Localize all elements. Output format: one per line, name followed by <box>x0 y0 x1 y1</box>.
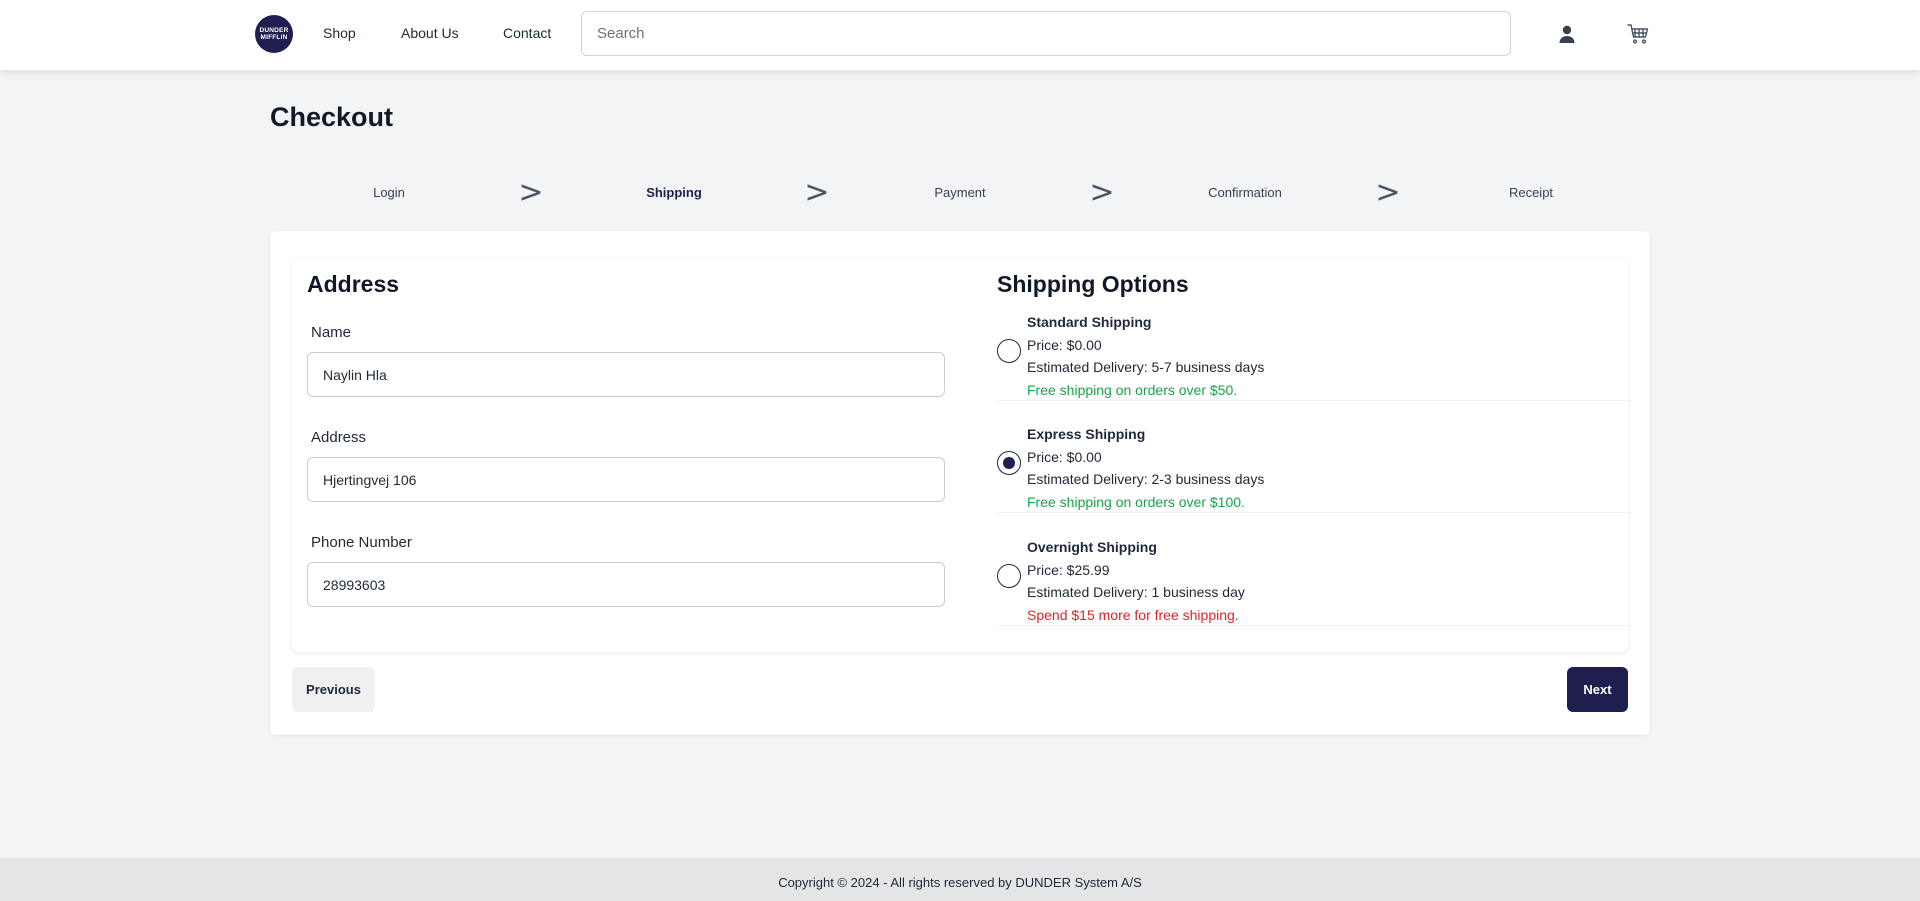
logo-line-1: DUNDER <box>259 27 289 34</box>
logo-line-2: MIFFLIN <box>260 34 288 41</box>
overnight-shipping-radio[interactable] <box>997 564 1021 588</box>
step-separator: > <box>1375 175 1401 210</box>
address-label: Address <box>311 429 367 446</box>
phone-number-field[interactable] <box>307 562 945 607</box>
nav-link-about-us[interactable]: About Us <box>401 25 459 41</box>
shipping-option-details: Standard Shipping Price: $0.00 Estimated… <box>1027 311 1264 401</box>
express-shipping-radio[interactable] <box>997 451 1021 475</box>
next-button[interactable]: Next <box>1567 667 1628 712</box>
shipping-option-note: Spend $15 more for free shipping. <box>1027 606 1239 623</box>
shipping-option-price: Price: $25.99 <box>1027 561 1110 578</box>
step-login: Login <box>373 185 405 200</box>
copyright-text: Copyright © 2024 - All rights reserved b… <box>778 875 1142 890</box>
checkout-card: Address Name Address Phone Number Shippi… <box>270 231 1650 735</box>
page-title: Checkout <box>270 102 394 132</box>
search-input[interactable] <box>581 11 1511 56</box>
phone-number-label: Phone Number <box>311 534 412 551</box>
step-confirmation: Confirmation <box>1208 185 1282 200</box>
shipping-option-note: Free shipping on orders over $100. <box>1027 493 1245 510</box>
shipping-option-delivery: Estimated Delivery: 1 business day <box>1027 584 1245 600</box>
shipping-options-title: Shipping Options <box>997 271 1189 297</box>
nav-link-contact[interactable]: Contact <box>503 25 551 41</box>
dunder-mifflin-logo[interactable]: DUNDER MIFFLIN <box>255 15 293 53</box>
shipping-option-name: Express Shipping <box>1027 426 1146 442</box>
step-receipt: Receipt <box>1508 185 1554 200</box>
step-separator: > <box>1089 175 1115 210</box>
shipping-option-price: Price: $0.00 <box>1027 448 1102 465</box>
step-separator: > <box>518 175 544 210</box>
name-field[interactable] <box>307 352 945 397</box>
cart-icon[interactable] <box>1626 22 1650 46</box>
top-navbar: DUNDER MIFFLIN Shop About Us Contact <box>0 0 1920 70</box>
shipping-option-price: Price: $0.00 <box>1027 336 1102 353</box>
step-separator: > <box>804 175 830 210</box>
shipping-option-note: Free shipping on orders over $50. <box>1027 381 1238 398</box>
user-icon[interactable] <box>1555 22 1579 46</box>
name-label: Name <box>311 324 352 341</box>
shipping-option-name: Overnight Shipping <box>1027 539 1157 555</box>
shipping-option-overnight[interactable]: Overnight Shipping Price: $25.99 Estimat… <box>997 536 1632 626</box>
shipping-option-express[interactable]: Express Shipping Price: $0.00 Estimated … <box>997 423 1632 513</box>
address-section-title: Address <box>307 271 400 297</box>
standard-shipping-radio[interactable] <box>997 339 1021 363</box>
page-footer: Copyright © 2024 - All rights reserved b… <box>0 858 1920 901</box>
shipping-option-standard[interactable]: Standard Shipping Price: $0.00 Estimated… <box>997 311 1632 401</box>
shipping-form-panel: Address Name Address Phone Number Shippi… <box>292 258 1632 652</box>
step-payment: Payment <box>934 185 986 200</box>
shipping-option-details: Express Shipping Price: $0.00 Estimated … <box>1027 423 1264 513</box>
shipping-option-details: Overnight Shipping Price: $25.99 Estimat… <box>1027 536 1245 626</box>
shipping-option-delivery: Estimated Delivery: 2-3 business days <box>1027 471 1265 487</box>
shipping-option-name: Standard Shipping <box>1027 314 1152 330</box>
step-shipping: Shipping <box>646 185 702 200</box>
address-field[interactable] <box>307 457 945 502</box>
shipping-option-delivery: Estimated Delivery: 5-7 business days <box>1027 359 1265 375</box>
previous-button[interactable]: Previous <box>292 667 375 712</box>
nav-link-shop[interactable]: Shop <box>323 25 356 41</box>
